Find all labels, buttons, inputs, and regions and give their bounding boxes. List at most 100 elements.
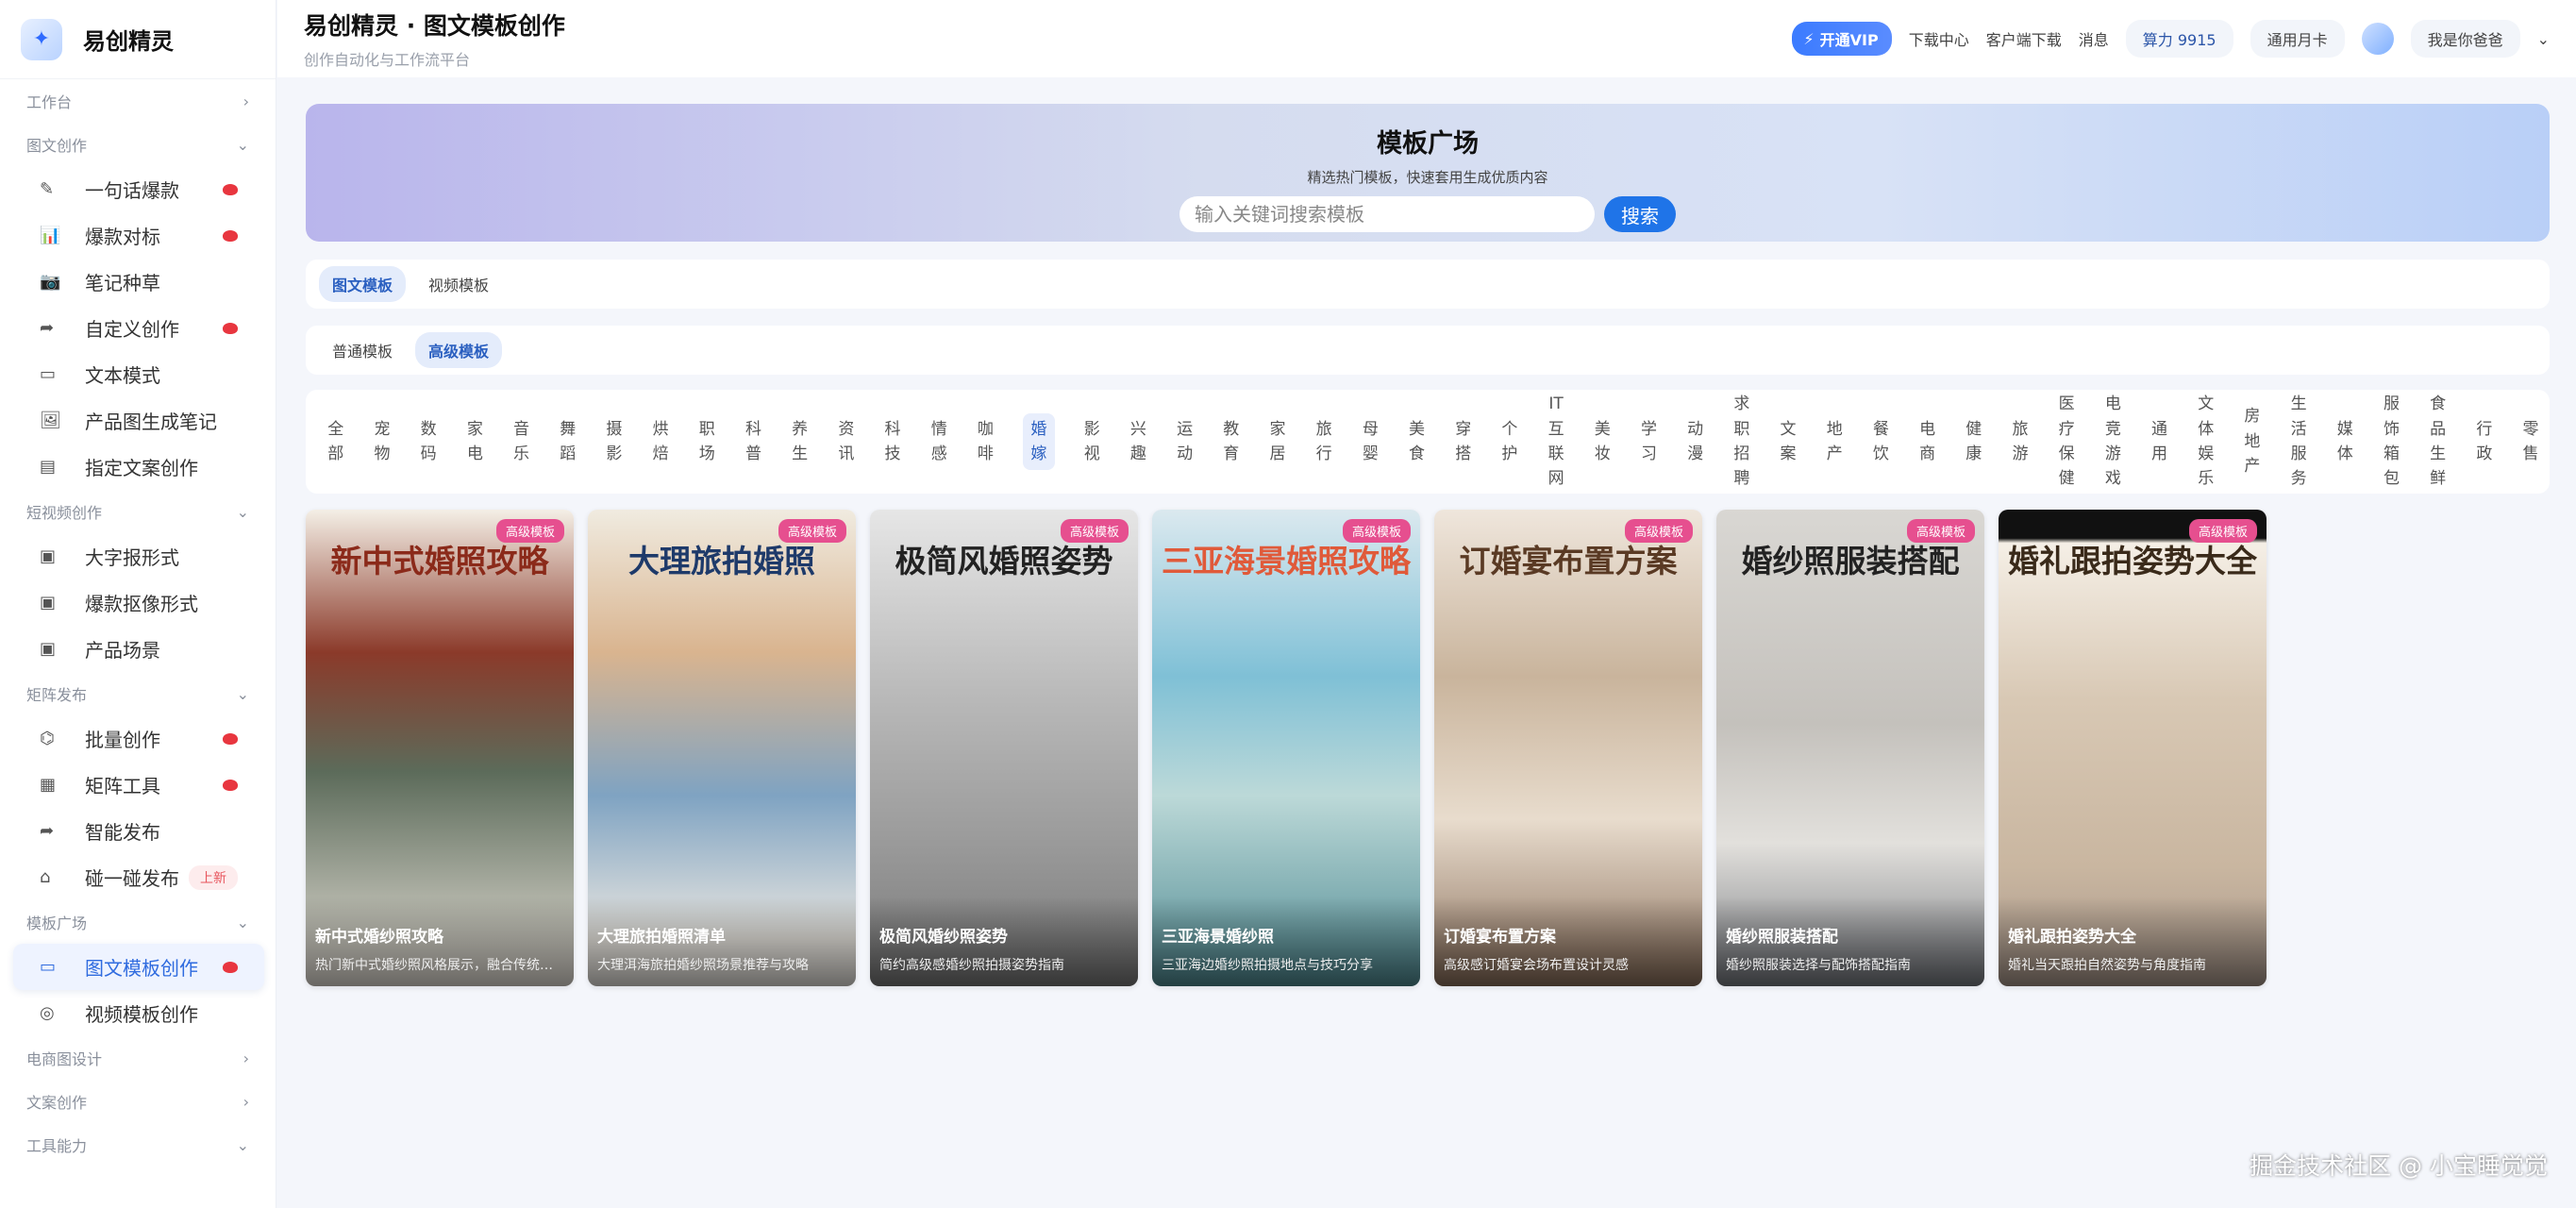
category-item[interactable]: 烘焙 [651,413,670,471]
sidebar-item[interactable]: 🖼产品图生成笔记 [13,397,264,444]
vip-button[interactable]: ⚡开通VIP [1792,22,1891,56]
category-item[interactable]: 地产 [1825,413,1844,471]
card-title: 新中式婚纱照攻略 [315,923,564,947]
template-card[interactable]: 极简风婚照姿势高级模板极简风婚纱照姿势简约高级感婚纱照拍摄姿势指南 [870,510,1138,986]
sidebar-section[interactable]: 工具能力⌄ [0,1123,276,1166]
category-item[interactable]: 穿搭 [1454,413,1473,471]
category-item[interactable]: 科普 [744,413,763,471]
template-card[interactable]: 婚纱照服装搭配高级模板婚纱照服装搭配婚纱照服装选择与配饰搭配指南 [1716,510,1984,986]
category-item[interactable]: 求职招聘 [1732,388,1751,495]
client-download-link[interactable]: 客户端下载 [1986,27,2062,50]
category-item[interactable]: 健康 [1965,413,1983,471]
category-item[interactable]: 文体娱乐 [2197,388,2216,495]
template-card[interactable]: 新中式婚照攻略高级模板新中式婚纱照攻略热门新中式婚纱照风格展示，融合传统元... [306,510,574,986]
category-item[interactable]: 文案 [1779,413,1798,471]
sidebar-section[interactable]: 工作台› [0,79,276,123]
category-item[interactable]: 食品生鲜 [2429,388,2448,495]
category-item[interactable]: 兴趣 [1129,413,1148,471]
search-input[interactable] [1179,196,1595,232]
sidebar-item[interactable]: ▭图文模板创作 [13,944,264,990]
category-item[interactable]: 职场 [698,413,717,471]
sidebar-item[interactable]: ◎视频模板创作 [13,990,264,1036]
category-item[interactable]: 电竞游戏 [2104,388,2123,495]
sidebar-item[interactable]: ▣爆款抠像形式 [13,579,264,626]
category-item[interactable]: 通用 [2150,413,2169,471]
download-center-link[interactable]: 下载中心 [1909,27,1969,50]
category-item[interactable]: 情感 [929,413,948,471]
sidebar-section[interactable]: 文案创作› [0,1080,276,1123]
category-item[interactable]: 舞蹈 [559,413,577,471]
sidebar-item[interactable]: ▣大字报形式 [13,533,264,579]
menu-icon: 🖼 [40,411,68,430]
search-button[interactable]: 搜索 [1604,196,1676,232]
sidebar-item[interactable]: ➦自定义创作 [13,305,264,351]
category-item[interactable]: 母婴 [1362,413,1380,471]
category-item[interactable]: 动漫 [1686,413,1705,471]
sidebar-item[interactable]: ⌂碰一碰发布上新 [13,854,264,900]
category-item[interactable]: 养生 [791,413,810,471]
sidebar-section[interactable]: 图文创作⌄ [0,123,276,166]
tab[interactable]: 视频模板 [415,266,502,302]
category-item[interactable]: 行政 [2475,413,2494,471]
username[interactable]: 我是你爸爸 [2411,20,2520,58]
category-item[interactable]: 零售 [2521,413,2540,471]
sidebar-section[interactable]: 矩阵发布⌄ [0,672,276,715]
category-item[interactable]: 音乐 [512,413,531,471]
template-card[interactable]: 大理旅拍婚照高级模板大理旅拍婚照清单大理洱海旅拍婚纱照场景推荐与攻略 [588,510,856,986]
sidebar-item[interactable]: ✎一句话爆款 [13,166,264,212]
category-item[interactable]: 个护 [1500,413,1519,471]
sidebar-item[interactable]: 📊爆款对标 [13,212,264,259]
category-item[interactable]: 宠物 [373,413,392,471]
category-item[interactable]: 科技 [883,413,902,471]
page-subtitle: 创作自动化与工作流平台 [304,47,565,70]
chevron-down-icon[interactable]: ⌄ [2537,30,2550,48]
category-item[interactable]: 家居 [1268,413,1287,471]
category-item[interactable]: 全部 [326,413,345,471]
category-item[interactable]: 资讯 [837,413,856,471]
category-item[interactable]: 教育 [1222,413,1241,471]
tab[interactable]: 普通模板 [319,332,406,368]
category-item[interactable]: 旅行 [1314,413,1333,471]
sidebar-item[interactable]: ▭文本模式 [13,351,264,397]
category-item[interactable]: 婚嫁 [1023,413,1055,471]
template-card[interactable]: 三亚海景婚照攻略高级模板三亚海景婚纱照三亚海边婚纱照拍摄地点与技巧分享 [1152,510,1420,986]
category-item[interactable]: 数码 [419,413,438,471]
sidebar-section[interactable]: 电商图设计› [0,1036,276,1080]
avatar[interactable] [2362,23,2394,55]
sidebar-item[interactable]: ▤指定文案创作 [13,444,264,490]
category-item[interactable]: 影视 [1082,413,1101,471]
tab[interactable]: 高级模板 [415,332,502,368]
compute-balance[interactable]: 算力 9915 [2126,20,2233,58]
category-item[interactable]: 生活服务 [2289,388,2308,495]
category-item[interactable]: 咖啡 [977,413,995,471]
category-item[interactable]: 美妆 [1594,413,1613,471]
category-item[interactable]: 医疗保健 [2057,388,2076,495]
sidebar-item[interactable]: ⌬批量创作 [13,715,264,762]
sidebar-item[interactable]: ▣产品场景 [13,626,264,672]
messages-link[interactable]: 消息 [2079,27,2109,50]
template-card[interactable]: 婚礼跟拍姿势大全高级模板婚礼跟拍姿势大全婚礼当天跟拍自然姿势与角度指南 [1999,510,2267,986]
category-item[interactable]: IT互联网 [1547,388,1565,495]
category-item[interactable]: 摄影 [605,413,624,471]
app-logo[interactable]: ✦ 易创精灵 [0,0,276,79]
monthly-card-button[interactable]: 通用月卡 [2250,20,2345,58]
category-item[interactable]: 电商 [1918,413,1937,471]
category-item[interactable]: 美食 [1408,413,1427,471]
category-item[interactable]: 餐饮 [1872,413,1891,471]
category-item[interactable]: 运动 [1176,413,1195,471]
card-image-headline: 婚礼跟拍姿势大全 [1999,536,2267,581]
category-item[interactable]: 学习 [1640,413,1659,471]
sidebar-section[interactable]: 模板广场⌄ [0,900,276,944]
category-item[interactable]: 媒体 [2336,413,2355,471]
app-name: 易创精灵 [83,23,174,56]
sidebar-item[interactable]: 📷笔记种草 [13,259,264,305]
sidebar-item[interactable]: ➦智能发布 [13,808,264,854]
sidebar-section[interactable]: 短视频创作⌄ [0,490,276,533]
category-item[interactable]: 服饰箱包 [2383,388,2401,495]
category-item[interactable]: 家电 [466,413,485,471]
category-item[interactable]: 房地产 [2243,400,2262,482]
tab[interactable]: 图文模板 [319,266,406,302]
template-card[interactable]: 订婚宴布置方案高级模板订婚宴布置方案高级感订婚宴会场布置设计灵感 [1434,510,1702,986]
category-item[interactable]: 旅游 [2011,413,2030,471]
sidebar-item[interactable]: ▦矩阵工具 [13,762,264,808]
